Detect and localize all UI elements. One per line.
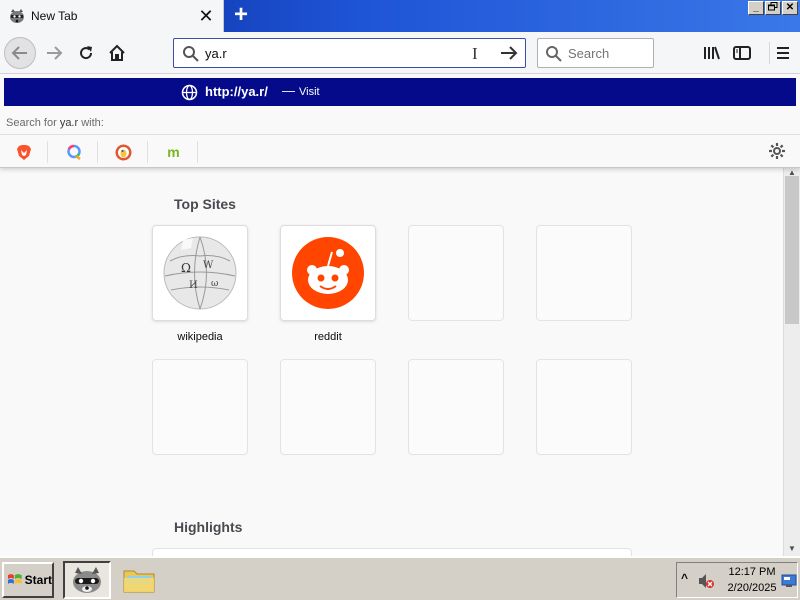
new-tab-button[interactable]: + <box>229 3 253 28</box>
search-with-term: ya.r <box>59 117 79 129</box>
tab-close-icon[interactable]: ✕ <box>196 6 216 26</box>
reddit-icon <box>292 237 364 309</box>
hamburger-menu-icon <box>776 47 789 59</box>
sidebar-icon <box>733 46 751 60</box>
top-site-tile-empty[interactable] <box>152 359 248 455</box>
one-off-search-engines: m <box>0 134 800 167</box>
navigation-toolbar: ya.r I <box>0 32 800 74</box>
search-with-label: Search for ya.r with: <box>6 117 104 129</box>
close-window-button[interactable]: ✕ <box>782 1 798 15</box>
forward-button[interactable] <box>38 37 70 69</box>
start-label: Start <box>24 573 52 587</box>
highlights-heading: Highlights <box>174 519 243 535</box>
top-site-tile-empty[interactable] <box>536 359 632 455</box>
new-tab-page: Top Sites Ω W И ω wikipedia reddit Highl… <box>0 168 783 556</box>
tray-clock-time[interactable]: 12:17 PM <box>727 566 777 578</box>
top-site-tile-empty[interactable] <box>280 359 376 455</box>
search-input[interactable] <box>568 44 648 62</box>
top-site-tile-empty[interactable] <box>408 225 504 321</box>
search-bar[interactable] <box>537 38 654 68</box>
svg-text:W: W <box>203 260 214 271</box>
text-cursor-icon: I <box>472 44 478 63</box>
url-autocomplete-popup: http://ya.r/ — Visit Search for ya.r wit… <box>0 74 800 168</box>
brave-icon <box>16 144 31 160</box>
result-url: http://ya.r/ <box>205 84 268 99</box>
highlight-card[interactable] <box>152 548 632 556</box>
top-sites-heading: Top Sites <box>174 196 236 212</box>
tab-strip: New Tab ✕ + _ ✕ <box>0 0 800 33</box>
engine-qwant-button[interactable] <box>50 141 98 163</box>
folder-icon <box>123 570 155 593</box>
svg-text:Ω: Ω <box>181 261 191 275</box>
autocomplete-result-visit[interactable]: http://ya.r/ — Visit <box>4 78 796 106</box>
top-site-tile-reddit[interactable] <box>280 225 376 321</box>
library-icon <box>704 46 720 60</box>
window-controls: _ ✕ <box>748 1 798 15</box>
taskbar: Start ^ 12:17 PM 2/20/2025 <box>0 556 800 600</box>
wikipedia-globe-icon: Ω W И ω <box>163 236 237 310</box>
engine-brave-button[interactable] <box>0 141 48 163</box>
taskbar-browser-window[interactable] <box>63 561 111 599</box>
search-with-prefix: Search for <box>6 117 60 129</box>
restore-icon <box>768 2 778 11</box>
globe-icon <box>181 84 198 101</box>
back-arrow-icon <box>11 46 27 60</box>
show-desktop-icon[interactable] <box>781 574 797 588</box>
tray-expand-icon[interactable]: ^ <box>681 571 688 585</box>
result-separator: — <box>282 83 295 98</box>
svg-text:ω: ω <box>211 279 218 289</box>
restore-button[interactable] <box>765 1 781 15</box>
top-site-label-wikipedia: wikipedia <box>177 331 223 343</box>
minimize-button[interactable]: _ <box>748 1 764 15</box>
engine-duckduckgo-button[interactable] <box>100 141 148 163</box>
search-icon <box>183 46 199 62</box>
url-bar[interactable]: ya.r I <box>173 38 526 68</box>
top-site-tile-wikipedia[interactable]: Ω W И ω <box>152 225 248 321</box>
taskbar-file-explorer[interactable] <box>115 561 163 599</box>
tab-new-tab[interactable]: New Tab ✕ <box>0 0 224 33</box>
engine-mojeek-button[interactable]: m <box>150 141 198 163</box>
home-button[interactable] <box>101 37 133 69</box>
reload-icon <box>80 46 93 60</box>
tab-title: New Tab <box>31 9 78 23</box>
system-tray: ^ 12:17 PM 2/20/2025 <box>676 562 798 598</box>
top-site-tile-empty[interactable] <box>536 225 632 321</box>
back-button[interactable] <box>4 37 36 69</box>
scrollbar-thumb[interactable] <box>785 176 799 324</box>
sidebar-button[interactable] <box>730 42 754 64</box>
search-icon <box>546 46 562 62</box>
search-settings-gear-icon[interactable] <box>768 142 786 160</box>
go-arrow-icon[interactable] <box>499 44 519 62</box>
search-with-suffix: with: <box>78 117 104 129</box>
svg-text:И: И <box>189 280 198 291</box>
result-action: Visit <box>299 86 320 98</box>
forward-arrow-icon <box>47 46 63 60</box>
duckduckgo-icon <box>115 144 132 160</box>
raccoon-favicon-icon <box>10 9 24 23</box>
url-input-value[interactable]: ya.r <box>205 46 227 61</box>
menu-button[interactable] <box>769 42 793 64</box>
raccoon-browser-icon <box>73 567 101 593</box>
qwant-icon <box>66 144 81 160</box>
start-button[interactable]: Start <box>2 562 54 598</box>
mojeek-icon: m <box>167 144 180 160</box>
page-scrollbar[interactable]: ▲ ▼ <box>783 168 800 556</box>
top-site-label-reddit: reddit <box>314 331 342 343</box>
volume-muted-icon[interactable] <box>697 572 715 590</box>
windows-flag-icon <box>7 574 22 584</box>
library-button[interactable] <box>699 42 723 64</box>
scroll-down-arrow-icon[interactable]: ▼ <box>786 544 798 554</box>
home-icon <box>109 44 125 61</box>
reload-button[interactable] <box>70 37 102 69</box>
top-site-tile-empty[interactable] <box>408 359 504 455</box>
tray-clock-date[interactable]: 2/20/2025 <box>723 582 781 594</box>
